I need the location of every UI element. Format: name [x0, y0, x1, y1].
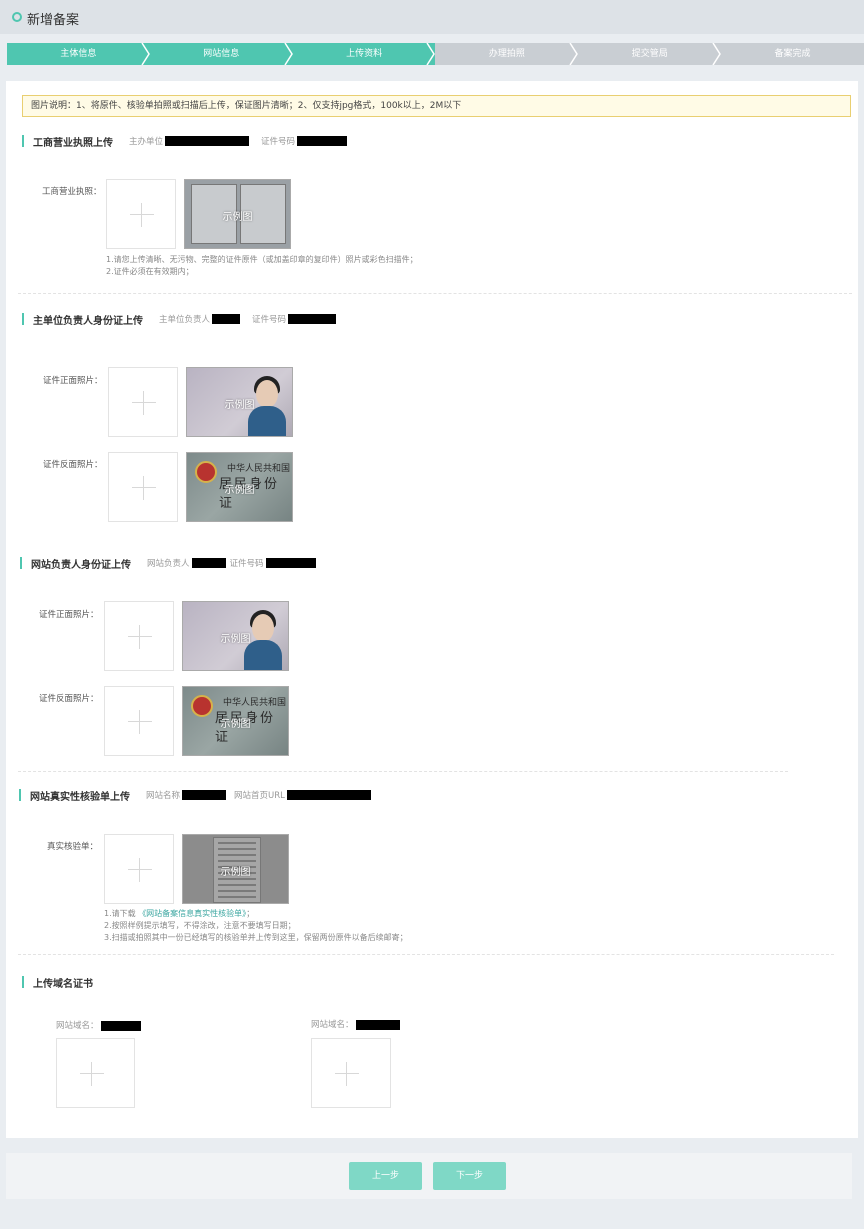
- section-title: 工商营业执照上传: [33, 137, 113, 149]
- license-hint: 1.请您上传清晰、无污物、完整的证件原件（或加盖印章的复印件）照片或彩色扫描件；…: [106, 254, 418, 278]
- verification-sample-image: 示例图: [182, 834, 289, 904]
- step-2: 网站信息: [149, 43, 293, 65]
- redacted-value: [265, 558, 316, 568]
- domain-cert-upload-1[interactable]: [56, 1038, 135, 1108]
- notice-banner: 图片说明：1、将原件、核验单拍照或扫描后上传，保证图片清晰；2、仅支持jpg格式…: [22, 95, 851, 117]
- redacted-value: [191, 558, 226, 568]
- divider: [18, 293, 852, 294]
- step-5: 提交管局: [578, 43, 722, 65]
- cert-no-label: 证件号码: [252, 315, 287, 325]
- redacted-value: [355, 1019, 400, 1030]
- step-progress: 主体信息 网站信息 上传资料 办理拍照 提交管局 备案完成: [7, 43, 864, 65]
- section-title: 网站真实性核验单上传: [30, 791, 130, 803]
- sample-caption: 示例图: [224, 485, 255, 496]
- redacted-value: [182, 790, 227, 800]
- step-3: 上传资料: [292, 43, 436, 65]
- national-emblem-icon: [195, 461, 217, 483]
- redacted-value: [286, 790, 371, 800]
- divider: [18, 771, 788, 772]
- step-4-label: 办理拍照: [488, 49, 525, 59]
- step-1-label: 主体信息: [60, 49, 97, 59]
- license-sample-image: 示例图: [184, 179, 291, 249]
- step-arrow-icon: [569, 43, 579, 65]
- hint-line: 2.证件必须在有效期内；: [106, 267, 194, 276]
- domain-label-1: 网站域名：: [56, 1019, 141, 1031]
- next-button[interactable]: 下一步: [433, 1162, 506, 1190]
- redacted-value: [288, 314, 337, 324]
- verification-hint: 1.请下载 《网站备案信息真实性核验单》； 2.按照样例提示填写，不得涂改，注意…: [104, 908, 408, 944]
- redacted-value: [165, 136, 250, 146]
- button-bar: 上一步 下一步: [6, 1153, 852, 1199]
- page-title: 新增备案: [27, 13, 80, 28]
- sample-caption: 示例图: [220, 634, 251, 645]
- site-owner-label: 网站负责人: [147, 559, 190, 569]
- step-arrow-icon: [141, 43, 150, 65]
- section-title: 上传域名证书: [33, 978, 93, 990]
- section-owner-id: 主单位负责人身份证上传 主单位负责人 证件号码: [22, 312, 337, 327]
- hint-line: 3.扫描或拍照其中一份已经填写的核验单并上传到这里，保留两份原件以备后续邮寄；: [104, 933, 408, 942]
- site-owner-id-front-upload[interactable]: [104, 601, 174, 671]
- domain-label-2: 网站域名：: [311, 1018, 400, 1030]
- owner-label: 主单位负责人: [159, 315, 211, 325]
- redacted-value: [100, 1020, 141, 1031]
- org-label: 主办单位: [129, 137, 164, 147]
- prev-button[interactable]: 上一步: [349, 1162, 422, 1190]
- divider: [18, 954, 834, 955]
- section-domain-cert: 上传域名证书: [22, 975, 93, 990]
- step-6: 备案完成: [721, 43, 864, 65]
- redacted-value: [212, 314, 241, 324]
- license-field-label: 工商营业执照：: [42, 187, 102, 197]
- step-6-label: 备案完成: [774, 49, 811, 59]
- upload-form: 图片说明：1、将原件、核验单拍照或扫描后上传，保证图片清晰；2、仅支持jpg格式…: [6, 81, 858, 1138]
- verification-field-label: 真实核验单：: [47, 842, 99, 852]
- step-arrow-icon: [284, 43, 293, 65]
- step-1: 主体信息: [7, 43, 150, 65]
- hint-line: 2.按照样例提示填写，不得涂改，注意不要填写日期；: [104, 921, 296, 930]
- id-front-sample-image: 示例图: [186, 367, 293, 437]
- section-site-owner-id: 网站负责人身份证上传 网站负责人 证件号码: [20, 556, 316, 571]
- site-url-label: 网站首页URL: [234, 791, 285, 801]
- hint-line: 1.请下载 《网站备案信息真实性核验单》；: [104, 909, 255, 918]
- national-emblem-icon: [191, 695, 213, 717]
- license-upload-box[interactable]: [106, 179, 176, 249]
- sample-caption: 示例图: [222, 212, 253, 223]
- step-3-label: 上传资料: [346, 49, 383, 59]
- sample-caption: 示例图: [224, 400, 255, 411]
- step-4: 办理拍照: [435, 43, 579, 65]
- id-front-sample-image: 示例图: [182, 601, 289, 671]
- section-verification-form: 网站真实性核验单上传 网站名称 网站首页URL: [19, 788, 371, 803]
- redacted-value: [297, 136, 348, 146]
- front-photo-label: 证件正面照片：: [39, 610, 99, 620]
- top-bar: 新增备案: [0, 0, 864, 34]
- step-arrow-icon: [712, 43, 722, 65]
- domain-cert-upload-2[interactable]: [311, 1038, 391, 1108]
- sample-caption: 示例图: [220, 867, 251, 878]
- section-business-license: 工商营业执照上传 主办单位 证件号码: [22, 134, 348, 149]
- back-photo-label: 证件反面照片：: [43, 460, 103, 470]
- owner-id-front-upload[interactable]: [108, 367, 178, 437]
- site-name-label: 网站名称: [146, 791, 181, 801]
- step-2-label: 网站信息: [203, 49, 240, 59]
- step-5-label: 提交管局: [631, 49, 668, 59]
- section-title: 网站负责人身份证上传: [31, 559, 131, 571]
- cert-no-label: 证件号码: [261, 137, 296, 147]
- section-title: 主单位负责人身份证上传: [33, 315, 143, 327]
- id-back-sample-image: 中华人民共和国 居民身份证 示例图: [182, 686, 289, 756]
- owner-id-back-upload[interactable]: [108, 452, 178, 522]
- id-back-sample-image: 中华人民共和国 居民身份证 示例图: [186, 452, 293, 522]
- sample-caption: 示例图: [220, 719, 251, 730]
- circle-icon: [12, 12, 22, 22]
- verification-form-upload[interactable]: [104, 834, 174, 904]
- cert-no-label: 证件号码: [229, 559, 264, 569]
- front-photo-label: 证件正面照片：: [43, 376, 103, 386]
- site-owner-id-back-upload[interactable]: [104, 686, 174, 756]
- step-arrow-icon: [426, 43, 436, 65]
- back-photo-label: 证件反面照片：: [39, 694, 99, 704]
- hint-line: 1.请您上传清晰、无污物、完整的证件原件（或加盖印章的复印件）照片或彩色扫描件；: [106, 255, 418, 264]
- download-form-link[interactable]: 《网站备案信息真实性核验单》: [138, 909, 246, 918]
